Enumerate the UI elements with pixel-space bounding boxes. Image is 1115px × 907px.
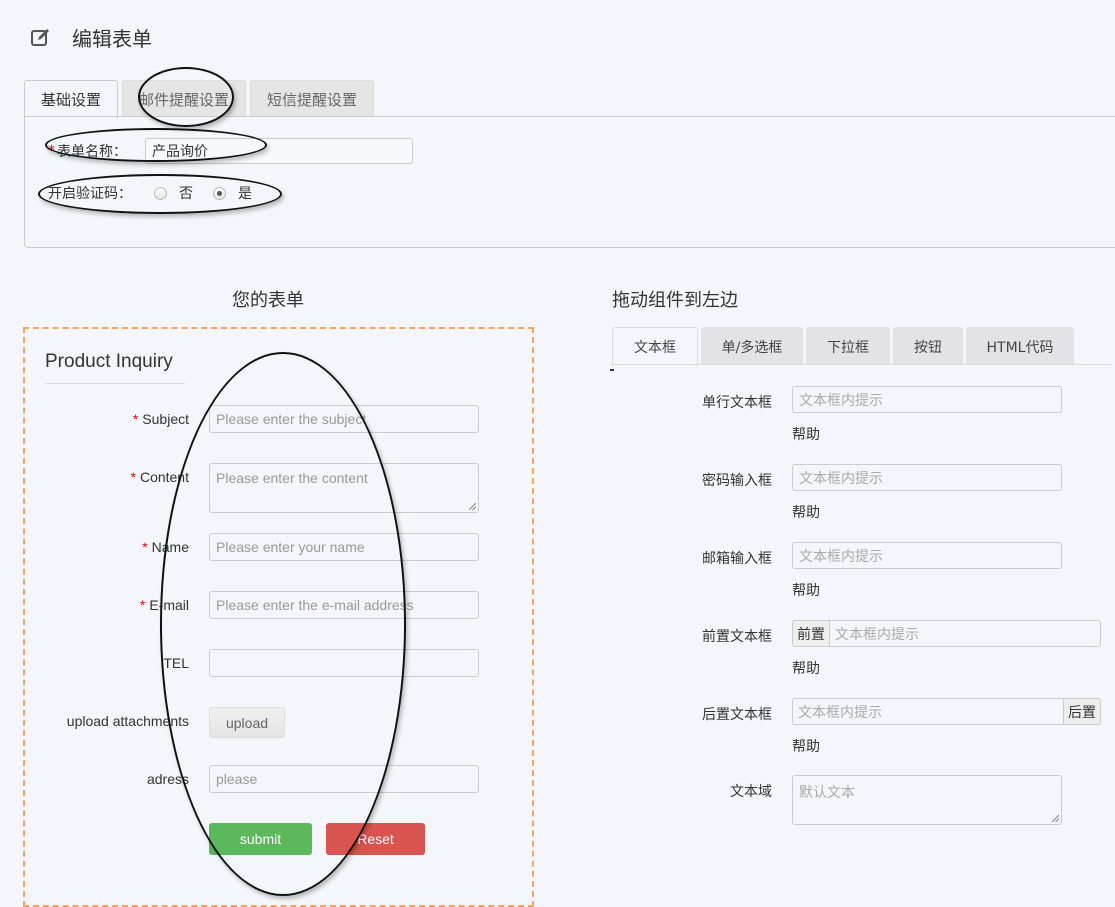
required-mark: * [142,539,148,555]
tab-email-reminder[interactable]: 邮件提醒设置 [122,80,247,117]
captcha-label: 开启验证码： [48,186,132,202]
password-input[interactable]: 文本框内提示 [792,464,1062,491]
component-prefix[interactable]: 前置文本框 前置 文本框内提示 [690,620,1101,647]
prefix-input-group: 前置 文本框内提示 [792,620,1101,647]
field-label: TEL [163,655,189,671]
component-password[interactable]: 密码输入框 文本框内提示 [690,464,1062,491]
submit-button[interactable]: submit [209,823,312,855]
field-tel: TEL [45,649,485,677]
components-title: 拖动组件到左边 [612,290,738,311]
help-text: 帮助 [792,505,820,521]
address-input[interactable]: please [209,765,479,793]
tab-button[interactable]: 按钮 [893,327,963,365]
field-label: adress [146,771,189,787]
required-mark: * [132,411,139,427]
field-label: Content [139,469,189,485]
field-name: * Name Please enter your name [45,533,485,561]
required-mark: * [130,469,136,485]
suffix-input[interactable]: 文本框内提示 [793,699,1063,724]
tab-radio-checkbox[interactable]: 单/多选框 [701,327,803,365]
prefix-addon: 前置 [793,621,830,646]
drag-marker [610,369,614,371]
tel-input[interactable] [209,649,479,677]
field-upload: upload attachments upload [45,707,485,738]
field-email: * E-mail Please enter the e-mail address [45,591,485,619]
component-tabs: 文本框 单/多选框 下拉框 按钮 HTML代码 [612,327,1077,366]
field-label: Name [151,539,189,555]
page-header: 编辑表单 [30,22,152,52]
form-heading: Product Inquiry [45,351,173,372]
field-label: E-mail [149,597,189,613]
field-label: Subject [142,411,189,427]
content-placeholder: Please enter the content [216,470,368,486]
form-name-row: * 表单名称： [48,138,413,164]
component-textarea[interactable]: 文本域 默认文本 [690,775,1062,825]
field-subject: * Subject Please enter the subject [45,405,485,433]
content-textarea[interactable]: Please enter the content [209,463,479,513]
settings-tabs: 基础设置 邮件提醒设置 短信提醒设置 [24,80,378,118]
textarea-component[interactable]: 默认文本 [792,775,1062,825]
field-content: * Content Please enter the content [45,463,485,513]
captcha-row: 开启验证码： 否 是 [48,183,272,203]
help-text: 帮助 [792,427,820,443]
component-label: 前置文本框 [702,629,772,645]
email-component-input[interactable]: 文本框内提示 [792,542,1062,569]
required-mark: * [48,143,55,159]
page-title: 编辑表单 [72,26,152,51]
edit-icon [31,29,49,46]
component-label: 后置文本框 [702,707,772,723]
component-suffix[interactable]: 后置文本框 文本框内提示 后置 [690,698,1101,725]
your-form-title: 您的表单 [232,290,304,311]
textarea-placeholder: 默认文本 [799,785,855,801]
field-address: adress please [45,765,485,793]
field-label: upload attachments [66,713,189,729]
component-label: 文本域 [730,784,772,800]
heading-divider [45,383,185,384]
required-mark: * [139,597,146,613]
help-text: 帮助 [792,583,820,599]
component-email[interactable]: 邮箱输入框 文本框内提示 [690,542,1062,569]
help-text: 帮助 [792,739,820,755]
resize-handle-icon[interactable] [469,503,476,510]
component-label: 单行文本框 [702,395,772,411]
prefix-input[interactable]: 文本框内提示 [830,621,1100,646]
tabs-divider [612,364,1112,365]
captcha-yes-label: 是 [238,186,252,202]
captcha-no-radio[interactable] [154,186,167,200]
tab-sms-reminder[interactable]: 短信提醒设置 [250,80,375,117]
form-name-input[interactable] [145,138,413,164]
reset-button[interactable]: Reset [326,823,425,855]
suffix-input-group: 文本框内提示 后置 [792,698,1101,725]
tab-html-code[interactable]: HTML代码 [966,327,1074,365]
tab-textbox[interactable]: 文本框 [612,327,698,366]
suffix-addon: 后置 [1063,699,1100,724]
captcha-yes-radio[interactable] [213,186,226,200]
subject-input[interactable]: Please enter the subject [209,405,479,433]
upload-button[interactable]: upload [209,707,285,738]
tab-basic-settings[interactable]: 基础设置 [24,80,119,118]
component-label: 密码输入框 [702,473,772,489]
name-input[interactable]: Please enter your name [209,533,479,561]
resize-handle-icon[interactable] [1052,815,1059,822]
component-label: 邮箱输入框 [702,551,772,567]
single-line-input[interactable]: 文本框内提示 [792,386,1062,413]
help-text: 帮助 [792,661,820,677]
form-name-label: 表单名称： [57,144,127,160]
captcha-no-label: 否 [179,186,193,202]
basic-settings-panel [24,116,1115,248]
component-single-line[interactable]: 单行文本框 文本框内提示 [690,386,1062,413]
email-input[interactable]: Please enter the e-mail address [209,591,479,619]
tab-dropdown[interactable]: 下拉框 [806,327,890,365]
